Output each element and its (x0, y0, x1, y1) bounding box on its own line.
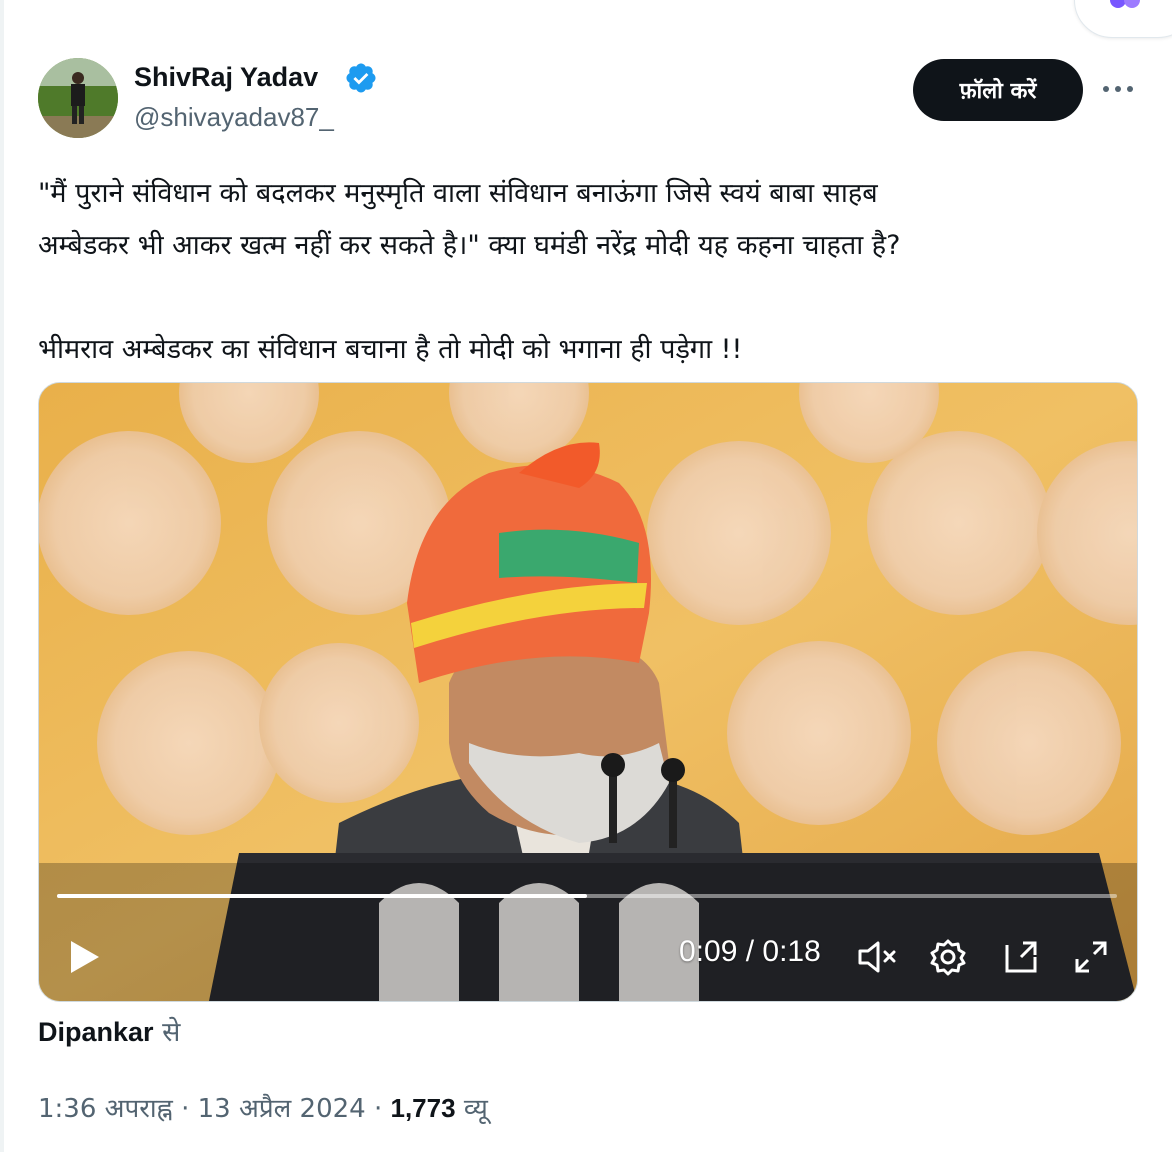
tweet-meta: 1:36 अपराह्न · 13 अप्रैल 2024 · 1,773 व्… (38, 1090, 488, 1127)
grok-icon (1110, 0, 1140, 8)
verified-badge-icon (346, 63, 376, 93)
video-player[interactable]: 0:09 / 0:18 (38, 382, 1138, 1002)
tweet-time[interactable]: 1:36 अपराह्न (38, 1094, 173, 1124)
views-count: 1,773 (390, 1093, 456, 1123)
meta-separator: · (373, 1094, 383, 1124)
video-attribution: Dipankar से (38, 1012, 180, 1053)
video-progress-bar[interactable] (57, 894, 1117, 898)
settings-gear-icon[interactable] (928, 937, 968, 977)
tweet-text-line: अम्बेडकर भी आकर खत्म नहीं कर सकते है।" क… (38, 230, 901, 261)
views-label: व्यू (463, 1094, 488, 1124)
author-handle[interactable]: @shivayadav87_ (134, 100, 334, 134)
fullscreen-icon[interactable] (1071, 937, 1111, 977)
attribution-suffix: से (162, 1017, 181, 1048)
video-controls: 0:09 / 0:18 (39, 913, 1137, 1001)
tweet-date[interactable]: 13 अप्रैल 2024 (198, 1094, 366, 1124)
picture-in-picture-icon[interactable] (1001, 937, 1041, 977)
author-display-name[interactable]: ShivRaj Yadav (134, 60, 318, 94)
timeline-border (0, 0, 4, 1152)
tweet-text-line: "मैं पुराने संविधान को बदलकर मनुस्मृति व… (38, 178, 878, 209)
follow-button[interactable]: फ़ॉलो करें (913, 59, 1083, 121)
tweet-text: "मैं पुराने संविधान को बदलकर मनुस्मृति व… (38, 168, 1108, 376)
play-icon[interactable] (67, 939, 101, 975)
meta-separator: · (181, 1094, 190, 1124)
more-options-icon[interactable] (1098, 74, 1138, 104)
video-frame (39, 383, 1137, 1001)
video-progress-fill (57, 894, 587, 898)
author-avatar[interactable] (38, 58, 118, 138)
video-time-display: 0:09 / 0:18 (679, 935, 821, 968)
tweet-text-line: भीमराव अम्बेडकर का संविधान बचाना है तो म… (38, 334, 743, 365)
muted-volume-icon[interactable] (857, 939, 899, 975)
attribution-source-link[interactable]: Dipankar (38, 1017, 154, 1047)
